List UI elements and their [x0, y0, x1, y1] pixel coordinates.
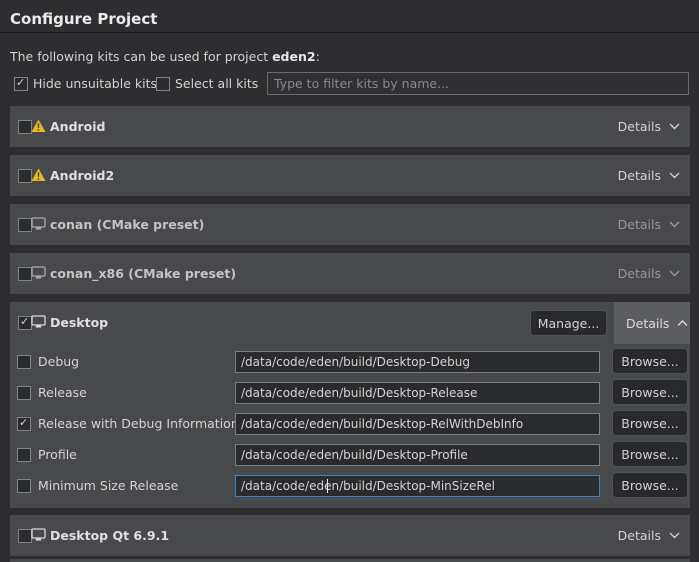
- browse-button[interactable]: Browse...: [612, 441, 688, 467]
- config-label: Profile: [38, 447, 77, 462]
- chevron-down-icon: [669, 123, 680, 130]
- kit-checkbox[interactable]: [18, 120, 32, 134]
- kit-row-desktop-qt: Desktop Qt 6.9.1 Details: [10, 515, 690, 556]
- kit-checkbox[interactable]: [18, 316, 32, 330]
- config-label: Release with Debug Information: [38, 416, 239, 431]
- kit-name: Desktop: [50, 315, 108, 330]
- config-checkbox[interactable]: [17, 479, 31, 493]
- kit-section-desktop: Desktop Manage... Details Debug Browse..…: [10, 302, 690, 508]
- details-label: Details: [618, 168, 661, 183]
- hide-unsuitable-checkbox[interactable]: [14, 77, 28, 91]
- details-toggle[interactable]: Details: [608, 204, 690, 245]
- details-label: Details: [618, 266, 661, 281]
- kit-row-conan: conan (CMake preset) Details: [10, 204, 690, 245]
- configure-project-page: Configure Project The following kits can…: [0, 0, 699, 562]
- chevron-down-icon: [669, 172, 680, 179]
- config-checkbox[interactable]: [17, 386, 31, 400]
- build-dir-input[interactable]: [235, 351, 600, 373]
- select-all-checkbox[interactable]: [156, 77, 170, 91]
- kit-filter-input[interactable]: [267, 72, 689, 95]
- config-checkbox[interactable]: [17, 448, 31, 462]
- build-config-row-release: Release Browse...: [10, 379, 690, 405]
- build-config-row-debug: Debug Browse...: [10, 348, 690, 374]
- title-separator: [0, 32, 699, 33]
- project-name: eden2: [272, 49, 316, 64]
- kit-name: Android2: [50, 168, 114, 183]
- build-dir-input-focused[interactable]: [235, 475, 600, 497]
- config-label: Minimum Size Release: [38, 478, 178, 493]
- text-caret: [327, 479, 328, 493]
- intro-prefix: The following kits can be used for proje…: [10, 49, 272, 64]
- warning-icon: [31, 119, 46, 133]
- config-label: Release: [38, 385, 87, 400]
- kit-checkbox[interactable]: [18, 218, 32, 232]
- build-config-row-relwithdebinfo: Release with Debug Information Browse...: [10, 410, 690, 436]
- select-all-label: Select all kits: [175, 76, 258, 91]
- browse-button[interactable]: Browse...: [612, 410, 688, 436]
- monitor-icon: [31, 528, 46, 542]
- build-dir-input[interactable]: [235, 382, 600, 404]
- browse-button[interactable]: Browse...: [612, 379, 688, 405]
- config-checkbox[interactable]: [17, 417, 31, 431]
- config-checkbox[interactable]: [17, 355, 31, 369]
- warning-icon: [31, 168, 46, 182]
- page-title: Configure Project: [10, 10, 157, 28]
- details-toggle[interactable]: Details: [608, 515, 690, 556]
- kit-row-conan-x86: conan_x86 (CMake preset) Details: [10, 253, 690, 294]
- details-label: Details: [618, 528, 661, 543]
- kit-name: conan_x86 (CMake preset): [50, 266, 236, 281]
- details-toggle[interactable]: Details: [608, 253, 690, 294]
- manage-button[interactable]: Manage...: [530, 310, 607, 336]
- chevron-up-icon: [677, 320, 688, 327]
- kit-row-android2: Android2 Details: [10, 155, 690, 196]
- kit-name: Android: [50, 119, 106, 134]
- build-dir-input[interactable]: [235, 413, 600, 435]
- build-config-row-profile: Profile Browse...: [10, 441, 690, 467]
- intro-text: The following kits can be used for proje…: [10, 49, 320, 64]
- details-toggle[interactable]: Details: [608, 106, 690, 147]
- kit-checkbox[interactable]: [18, 169, 32, 183]
- kit-row-android: Android Details: [10, 106, 690, 147]
- chevron-down-icon: [669, 221, 680, 228]
- build-dir-input[interactable]: [235, 444, 600, 466]
- kit-name: conan (CMake preset): [50, 217, 204, 232]
- details-label: Details: [618, 119, 661, 134]
- browse-button[interactable]: Browse...: [612, 472, 688, 498]
- config-label: Debug: [38, 354, 79, 369]
- hide-unsuitable-label: Hide unsuitable kits: [33, 76, 157, 91]
- monitor-icon: [31, 217, 46, 231]
- monitor-icon: [31, 266, 46, 280]
- details-label: Details: [618, 217, 661, 232]
- details-toggle[interactable]: Details: [608, 155, 690, 196]
- browse-button[interactable]: Browse...: [612, 348, 688, 374]
- kit-name: Desktop Qt 6.9.1: [50, 528, 169, 543]
- kit-checkbox[interactable]: [18, 529, 32, 543]
- build-config-row-minsizerel: Minimum Size Release Browse...: [10, 472, 690, 498]
- chevron-down-icon: [669, 532, 680, 539]
- monitor-icon: [31, 315, 46, 329]
- details-toggle[interactable]: Details: [614, 302, 690, 344]
- kit-checkbox[interactable]: [18, 267, 32, 281]
- details-label: Details: [626, 316, 669, 331]
- intro-suffix: :: [316, 49, 320, 64]
- chevron-down-icon: [669, 270, 680, 277]
